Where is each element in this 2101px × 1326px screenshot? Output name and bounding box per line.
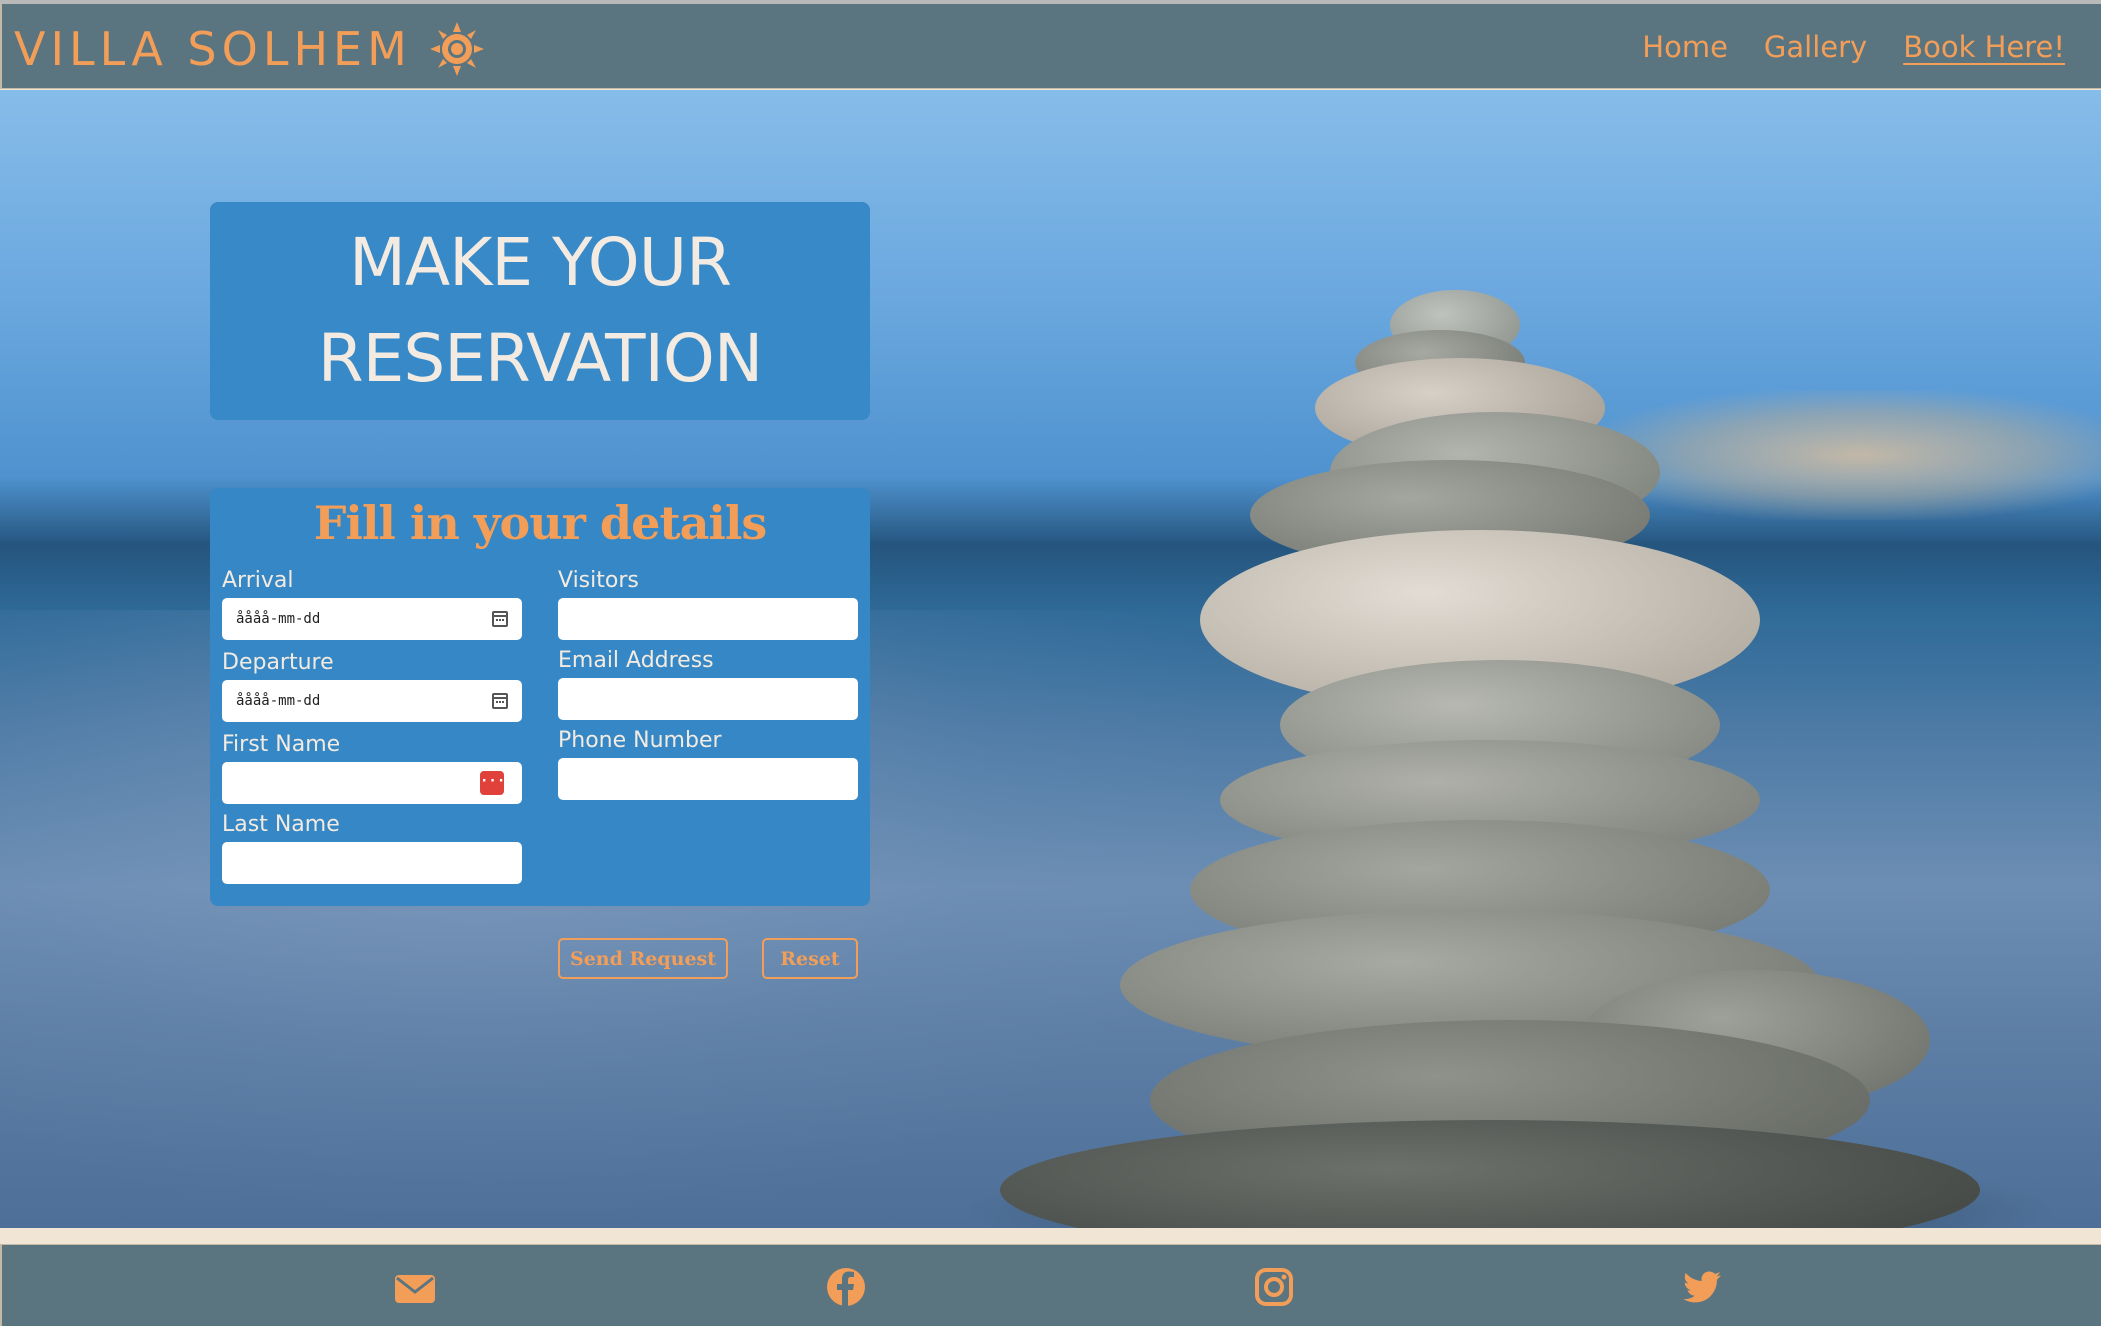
page-title: MAKE YOUR RESERVATION (317, 215, 763, 407)
form-heading: Fill in your details (313, 496, 767, 550)
email-field-group: Email Address (558, 648, 858, 720)
title-line-2: RESERVATION (317, 320, 763, 397)
hero-background: MAKE YOUR RESERVATION Fill in your detai… (0, 90, 2101, 1228)
brand[interactable]: VILLA SOLHEM (14, 22, 484, 76)
title-line-1: MAKE YOUR (349, 224, 732, 301)
first-name-label: First Name (222, 732, 341, 757)
first-name-field-group: First Name ··· (222, 732, 522, 804)
arrival-field-group: Arrival åååå-mm-dd (222, 568, 522, 640)
phone-label: Phone Number (558, 728, 722, 753)
reservation-form: Fill in your details Arrival åååå-mm-dd … (210, 488, 870, 979)
distant-shore (1580, 390, 2101, 520)
send-request-button[interactable]: Send Request (558, 938, 728, 979)
main-nav: Home Gallery Book Here! (1642, 30, 2065, 65)
last-name-label: Last Name (222, 812, 340, 837)
email-input[interactable] (558, 678, 858, 720)
autofill-key-icon[interactable]: ··· (480, 771, 505, 795)
arrival-placeholder: åååå-mm-dd (236, 611, 321, 627)
phone-field-group: Phone Number (558, 728, 858, 800)
phone-input[interactable] (558, 758, 858, 800)
envelope-icon[interactable] (393, 1267, 437, 1307)
email-label: Email Address (558, 648, 714, 673)
nav-home-link[interactable]: Home (1642, 30, 1728, 65)
nav-gallery-link[interactable]: Gallery (1764, 30, 1867, 65)
twitter-icon[interactable] (1681, 1267, 1725, 1307)
sun-icon (429, 22, 484, 76)
departure-field-group: Departure åååå-mm-dd (222, 650, 522, 722)
last-name-field-group: Last Name (222, 812, 522, 884)
visitors-input[interactable] (558, 598, 858, 640)
title-panel: MAKE YOUR RESERVATION (210, 202, 870, 420)
visitors-field-group: Visitors (558, 568, 858, 640)
departure-date-input[interactable]: åååå-mm-dd (222, 680, 522, 722)
departure-placeholder: åååå-mm-dd (236, 693, 321, 709)
arrival-label: Arrival (222, 568, 294, 593)
site-footer (0, 1244, 2101, 1326)
facebook-icon[interactable] (824, 1267, 868, 1307)
calendar-icon[interactable] (492, 611, 508, 627)
footer-divider (0, 1228, 2101, 1244)
last-name-input[interactable] (222, 842, 522, 884)
nav-book-link[interactable]: Book Here! (1903, 30, 2065, 65)
departure-label: Departure (222, 650, 334, 675)
instagram-icon[interactable] (1252, 1267, 1296, 1307)
reset-button[interactable]: Reset (762, 938, 858, 979)
brand-name: VILLA SOLHEM (14, 22, 412, 76)
visitors-label: Visitors (558, 568, 639, 593)
calendar-icon[interactable] (492, 693, 508, 709)
site-header: VILLA SOLHEM Home Gallery Book Here! (0, 4, 2101, 89)
first-name-input[interactable]: ··· (222, 762, 522, 804)
arrival-date-input[interactable]: åååå-mm-dd (222, 598, 522, 640)
